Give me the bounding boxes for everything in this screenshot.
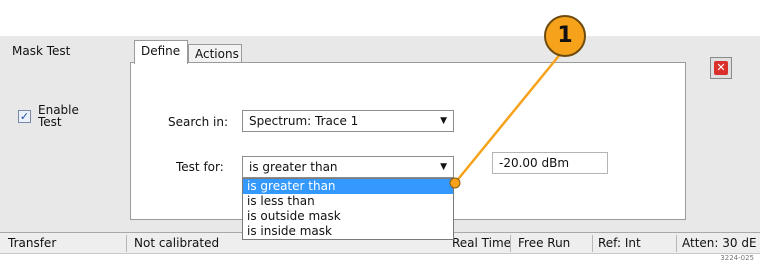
callout-endpoint (449, 177, 461, 189)
callout-line (449, 51, 563, 189)
callout-badge: 1 (544, 15, 586, 57)
callout-leader-line (454, 51, 563, 184)
